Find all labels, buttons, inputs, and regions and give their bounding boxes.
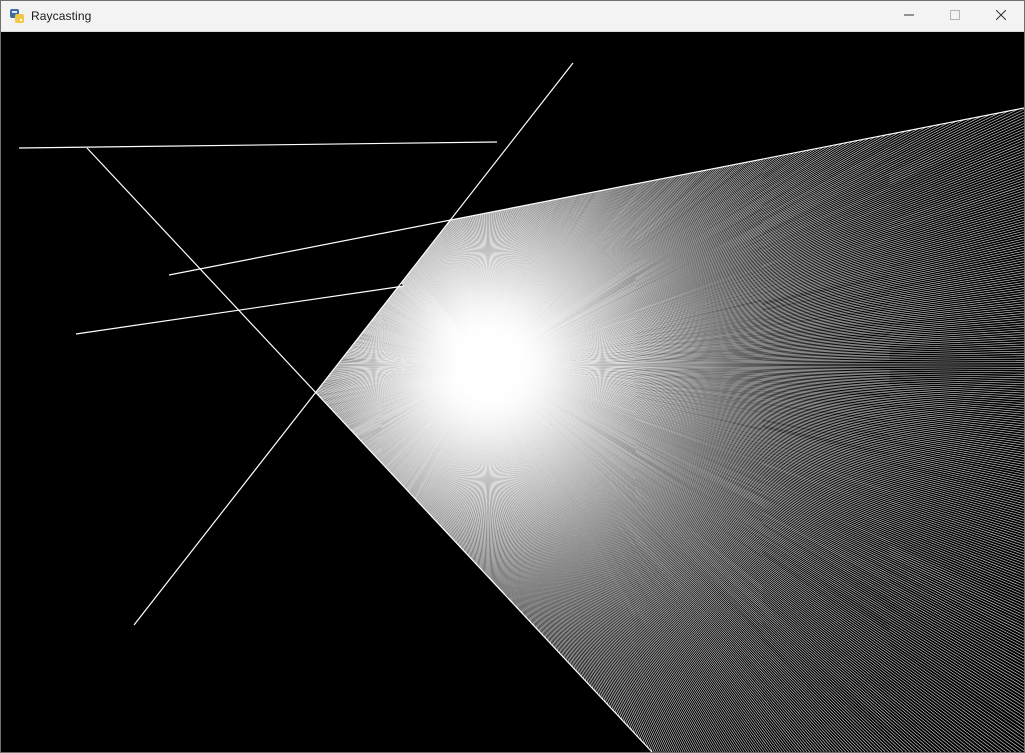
python-app-icon	[9, 8, 25, 24]
window-title: Raycasting	[31, 9, 92, 23]
maximize-button[interactable]	[932, 1, 978, 31]
close-icon	[995, 7, 1007, 25]
minimize-button[interactable]	[886, 1, 932, 31]
app-window: Raycasting	[0, 0, 1025, 753]
raycasting-canvas[interactable]	[1, 32, 1024, 752]
minimize-icon	[904, 7, 914, 25]
title-bar[interactable]: Raycasting	[1, 1, 1024, 32]
maximize-icon	[950, 7, 960, 25]
window-controls	[886, 1, 1024, 31]
close-button[interactable]	[978, 1, 1024, 31]
scene-svg	[1, 32, 1024, 752]
